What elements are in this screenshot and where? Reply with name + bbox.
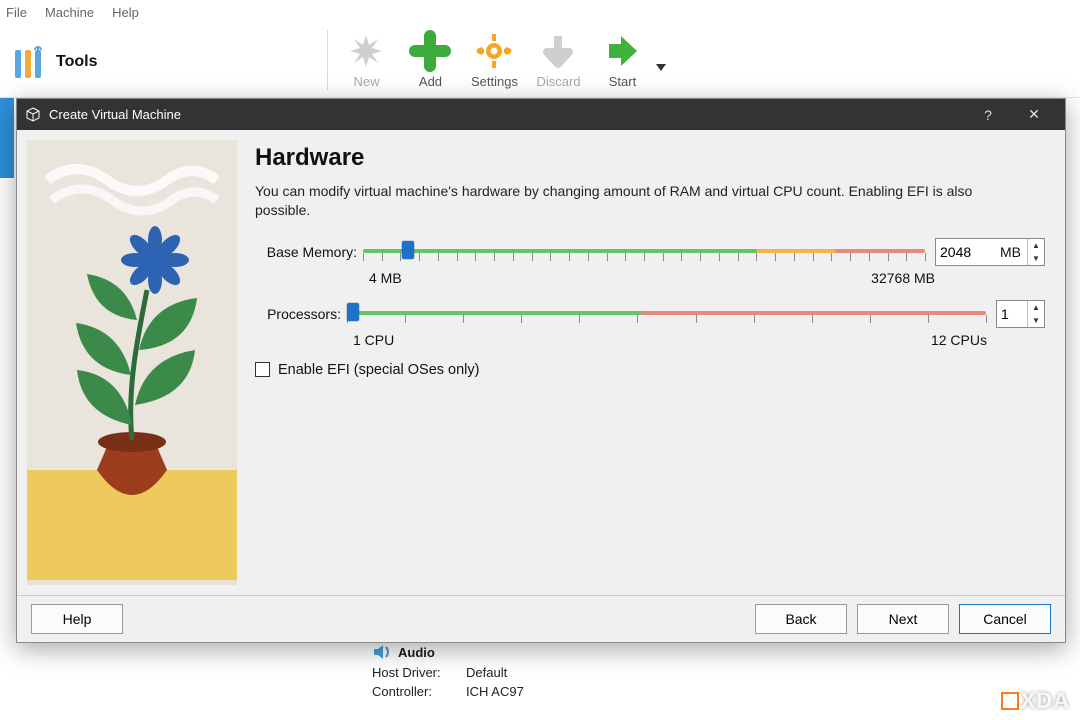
menu-bar: File Machine Help: [0, 0, 1080, 24]
dialog-close-button[interactable]: ✕: [1011, 106, 1057, 123]
cancel-button[interactable]: Cancel: [959, 604, 1051, 634]
cpu-spin-down[interactable]: ▼: [1028, 314, 1044, 327]
memory-slider[interactable]: [363, 239, 925, 265]
cpu-slider-thumb[interactable]: [347, 303, 359, 321]
dialog-footer: Help Back Next Cancel: [17, 595, 1065, 642]
toolbar-add[interactable]: Add: [398, 28, 462, 89]
memory-suffix: MB: [1000, 244, 1027, 260]
speaker-icon: [372, 643, 392, 661]
memory-spin-up[interactable]: ▲: [1028, 239, 1044, 252]
efi-checkbox-row[interactable]: Enable EFI (special OSes only): [255, 362, 1045, 378]
efi-label: Enable EFI (special OSes only): [278, 362, 479, 378]
tools-icon: [12, 42, 48, 82]
cpu-input[interactable]: [997, 306, 1027, 322]
toolbar-discard[interactable]: Discard: [526, 28, 590, 89]
tools-entry[interactable]: Tools: [6, 28, 107, 82]
watermark-icon: [1001, 692, 1019, 710]
cpu-label: Processors:: [255, 306, 347, 322]
toolbar-new[interactable]: New: [334, 28, 398, 89]
memory-label: Base Memory:: [255, 244, 363, 260]
efi-checkbox[interactable]: [255, 362, 270, 377]
starburst-icon: [345, 30, 387, 72]
dialog-title: Create Virtual Machine: [49, 107, 181, 122]
gear-icon: [473, 30, 515, 72]
toolbar-settings[interactable]: Settings: [462, 28, 526, 89]
create-vm-dialog: Create Virtual Machine ? ✕: [16, 98, 1066, 643]
menu-help[interactable]: Help: [112, 5, 139, 20]
dialog-help-button[interactable]: ?: [965, 107, 1011, 123]
main-toolbar: Tools New Add Settings: [0, 24, 1080, 98]
dialog-titlebar: Create Virtual Machine ? ✕: [17, 99, 1065, 130]
cube-icon: [25, 107, 41, 123]
plus-icon: [409, 30, 451, 72]
toolbar-divider: [327, 30, 328, 90]
back-button[interactable]: Back: [755, 604, 847, 634]
cpu-min-label: 1 CPU: [353, 332, 394, 348]
memory-slider-thumb[interactable]: [402, 241, 414, 259]
memory-spin-down[interactable]: ▼: [1028, 252, 1044, 265]
dropdown-caret-icon[interactable]: [656, 64, 666, 72]
tools-label: Tools: [56, 53, 97, 71]
next-button[interactable]: Next: [857, 604, 949, 634]
help-button[interactable]: Help: [31, 604, 123, 634]
toolbar-start[interactable]: Start: [590, 28, 666, 89]
menu-file[interactable]: File: [6, 5, 27, 20]
details-audio-section: Audio Host Driver:Default Controller:ICH…: [372, 643, 524, 699]
play-arrow-icon: [601, 30, 643, 72]
memory-min-label: 4 MB: [369, 270, 402, 286]
cpu-max-label: 12 CPUs: [931, 332, 987, 348]
menu-machine[interactable]: Machine: [45, 5, 94, 20]
memory-max-label: 32768 MB: [871, 270, 935, 286]
page-title: Hardware: [255, 144, 1045, 172]
watermark: XDA: [1001, 688, 1070, 714]
sidebar-selection-strip: [0, 98, 14, 178]
cpu-spinbox[interactable]: ▲▼: [996, 300, 1045, 328]
wizard-illustration: [27, 140, 237, 585]
wizard-page-hardware: Hardware You can modify virtual machine'…: [237, 130, 1065, 595]
down-arrow-icon: [537, 30, 579, 72]
memory-spinbox[interactable]: MB ▲▼: [935, 238, 1045, 266]
page-description: You can modify virtual machine's hardwar…: [255, 182, 1015, 220]
cpu-spin-up[interactable]: ▲: [1028, 301, 1044, 314]
memory-input[interactable]: [936, 244, 1000, 260]
cpu-slider[interactable]: [347, 301, 986, 327]
